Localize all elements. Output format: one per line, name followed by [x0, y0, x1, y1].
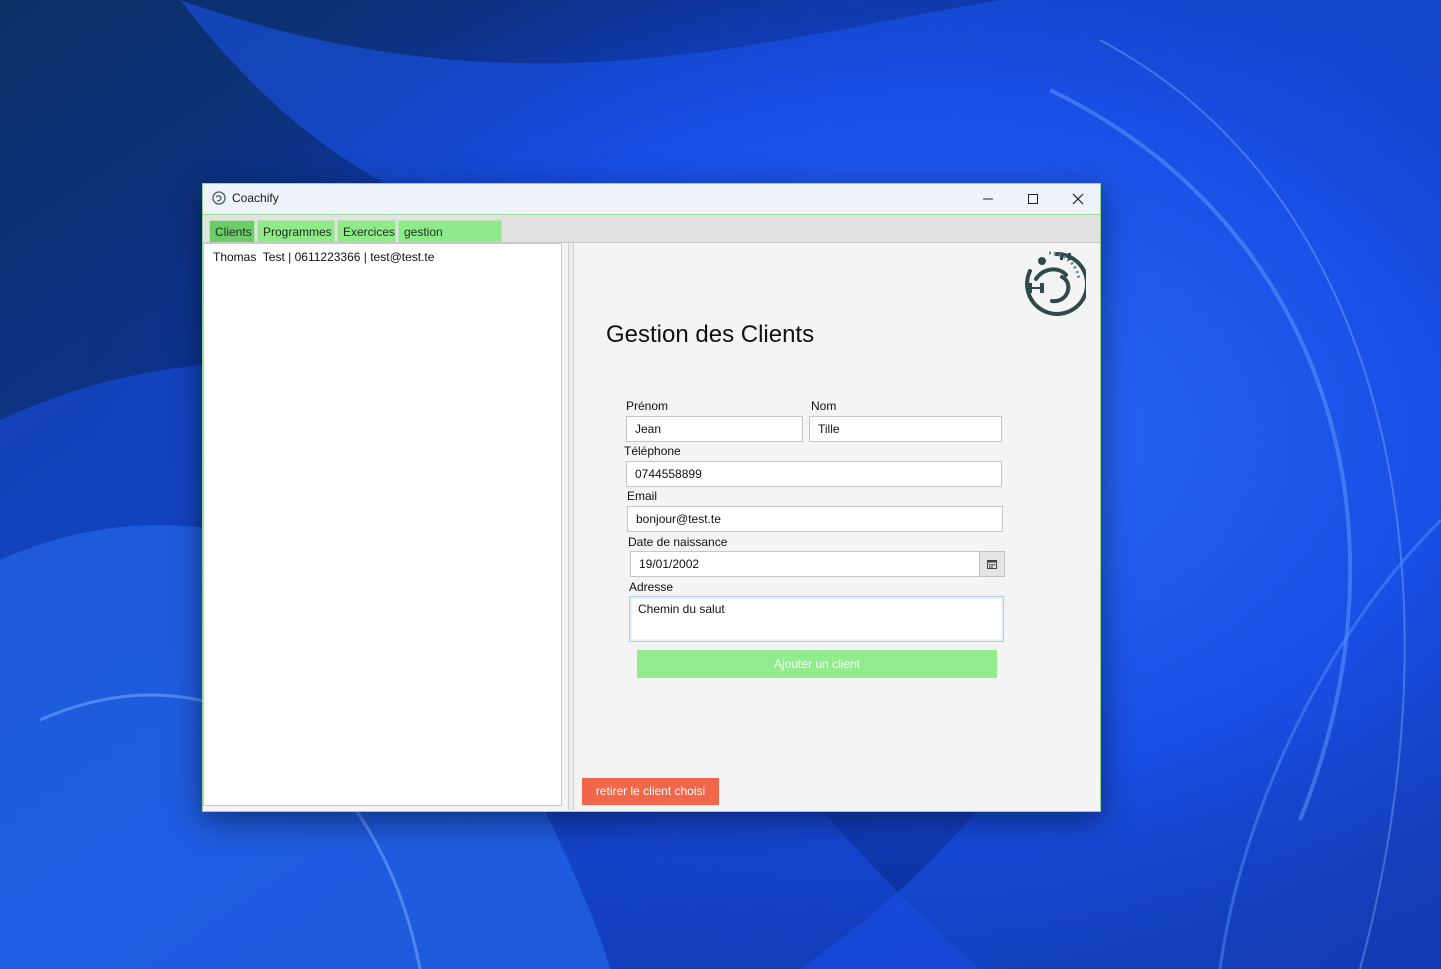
client-list[interactable]: Thomas Test | 0611223366 | test@test.te [203, 243, 562, 806]
nom-field[interactable] [809, 416, 1002, 442]
add-client-button[interactable]: Ajouter un client [637, 650, 997, 678]
minimize-icon [983, 198, 993, 200]
close-button[interactable] [1056, 184, 1100, 214]
tab-clients[interactable]: Clients [209, 220, 255, 242]
maximize-button[interactable] [1011, 184, 1055, 214]
list-item[interactable]: Thomas Test | 0611223366 | test@test.te [213, 250, 434, 264]
window-title: Coachify [232, 191, 279, 205]
minimize-button[interactable] [966, 184, 1010, 214]
title-bar[interactable]: Coachify [203, 184, 1100, 215]
date-picker-button[interactable] [979, 551, 1005, 577]
maximize-icon [1028, 194, 1038, 204]
remove-client-button[interactable]: retirer le client choisi [582, 778, 719, 805]
calendar-icon [987, 560, 997, 569]
coachify-logo-icon [212, 191, 226, 205]
email-field[interactable] [627, 506, 1003, 532]
prenom-field[interactable] [626, 416, 803, 442]
tab-programmes[interactable]: Programmes [257, 220, 335, 242]
tab-gestion-utilisateur[interactable]: gestion utilisateur [398, 220, 502, 261]
close-icon [1072, 193, 1084, 205]
adresse-field[interactable]: Chemin du salut [629, 596, 1004, 642]
tab-bar: Clients Programmes Exercices gestion uti… [203, 215, 1100, 261]
date-naissance-field[interactable] [630, 551, 980, 577]
telephone-field[interactable] [626, 461, 1002, 487]
tab-exercices[interactable]: Exercices [337, 220, 396, 242]
